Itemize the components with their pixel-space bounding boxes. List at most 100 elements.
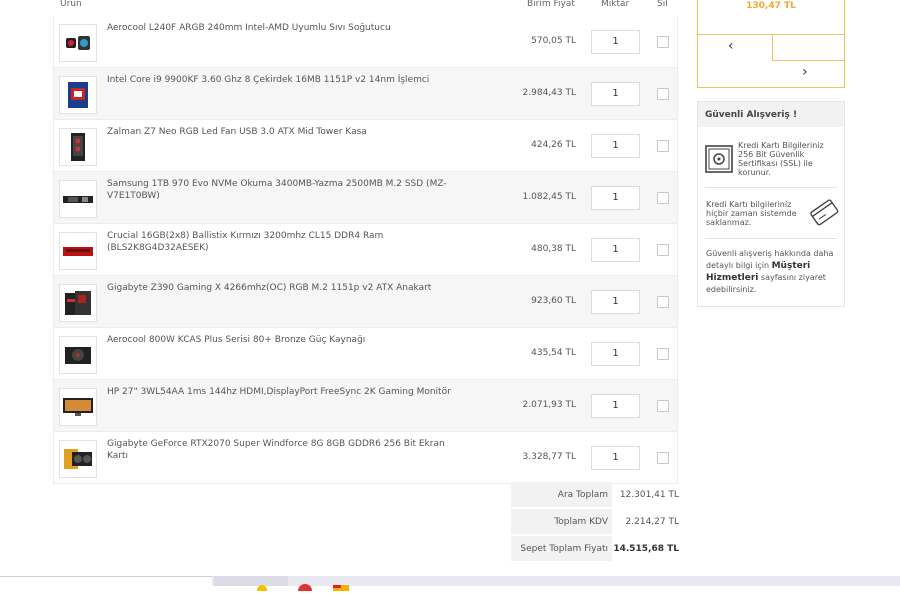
explorer-app-icon[interactable] <box>330 576 352 591</box>
ssl-info-text: Kredi Kartı Bilgileriniz 256 Bit Güvenli… <box>738 141 824 177</box>
safe-lock-icon <box>705 145 733 177</box>
product-thumbnail[interactable] <box>59 24 97 62</box>
quantity-input[interactable]: 1 <box>591 238 640 262</box>
product-thumbnail[interactable] <box>59 128 97 166</box>
delete-checkbox[interactable] <box>657 452 669 464</box>
quantity-input[interactable]: 1 <box>591 290 640 314</box>
product-thumbnail[interactable] <box>59 336 97 374</box>
unit-price: 570,05 TL <box>531 36 576 46</box>
delete-checkbox[interactable] <box>657 348 669 360</box>
quantity-input[interactable]: 1 <box>591 134 640 158</box>
motherboard-icon <box>65 291 91 315</box>
delete-checkbox[interactable] <box>657 192 669 204</box>
divider <box>698 34 844 35</box>
quantity-column-header: Miktar <box>601 0 630 9</box>
unit-price: 424,26 TL <box>531 140 576 150</box>
browser-app-icon[interactable] <box>296 576 314 595</box>
subtotal-label: Ara Toplam <box>511 482 612 507</box>
product-name-link[interactable]: HP 27" 3WL54AA 1ms 144hz HDMI,DisplayPor… <box>107 386 457 398</box>
product-thumbnail[interactable] <box>59 180 97 218</box>
cart-row: Aerocool L240F ARGB 240mm Intel-AMD Uyum… <box>53 16 678 68</box>
quantity-input[interactable]: 1 <box>591 342 640 366</box>
product-name-link[interactable]: Intel Core i9 9900KF 3.60 Ghz 8 Çekirdek… <box>107 74 457 86</box>
divider <box>705 187 837 188</box>
product-name-link[interactable]: Gigabyte Z390 Gaming X 4266mhz(OC) RGB M… <box>107 282 457 294</box>
product-name-link[interactable]: Gigabyte GeForce RTX2070 Super Windforce… <box>107 438 457 462</box>
taskbar-search-area[interactable] <box>0 576 212 586</box>
vat-value: 2.214,27 TL <box>625 517 679 527</box>
quantity-input[interactable]: 1 <box>591 446 640 470</box>
liquid-cooler-icon <box>66 36 90 50</box>
ram-icon <box>63 247 93 256</box>
carousel-next-button[interactable]: › <box>802 64 808 80</box>
total-value: 14.515,68 TL <box>613 544 679 554</box>
delete-checkbox[interactable] <box>657 36 669 48</box>
delete-checkbox[interactable] <box>657 88 669 100</box>
graphics-card-icon <box>64 449 92 469</box>
cart-row: HP 27" 3WL54AA 1ms 144hz HDMI,DisplayPor… <box>53 380 678 432</box>
quantity-input[interactable]: 1 <box>591 186 640 210</box>
divider <box>772 60 844 61</box>
vat-row: Toplam KDV 2.214,27 TL <box>511 509 683 536</box>
quantity-input[interactable]: 1 <box>591 82 640 106</box>
cart-row: Samsung 1TB 970 Evo NVMe Okuma 3400MB-Ya… <box>53 172 678 224</box>
subtotal-row: Ara Toplam 12.301,41 TL <box>511 482 683 509</box>
cart-row: Zalman Z7 Neo RGB Led Fan USB 3.0 ATX Mi… <box>53 120 678 172</box>
cart-table: Ürün Birim Fiyat Miktar Sil Aerocool L24… <box>53 0 678 484</box>
cart-row: Crucial 16GB(2x8) Ballistix Kırmızı 3200… <box>53 224 678 276</box>
promo-price: 130,47 TL <box>746 1 796 11</box>
divider <box>772 34 773 60</box>
product-name-link[interactable]: Samsung 1TB 970 Evo NVMe Okuma 3400MB-Ya… <box>107 178 457 202</box>
unit-price: 1.082,45 TL <box>522 192 576 202</box>
delete-checkbox[interactable] <box>657 296 669 308</box>
unit-price-column-header: Birim Fiyat <box>527 0 575 9</box>
unit-price: 3.328,77 TL <box>522 452 576 462</box>
product-thumbnail[interactable] <box>59 388 97 426</box>
cart-row: Gigabyte GeForce RTX2070 Super Windforce… <box>53 432 678 484</box>
unit-price: 2.071,93 TL <box>522 400 576 410</box>
subtotal-value: 12.301,41 TL <box>619 490 679 500</box>
delete-checkbox[interactable] <box>657 400 669 412</box>
taskbar-app-button[interactable] <box>214 576 288 595</box>
total-label: Sepet Toplam Fiyatı <box>511 536 612 561</box>
vat-label: Toplam KDV <box>511 509 612 534</box>
product-column-header: Ürün <box>60 0 82 9</box>
unit-price: 923,60 TL <box>531 296 576 306</box>
quantity-input[interactable]: 1 <box>591 394 640 418</box>
delete-column-header: Sil <box>657 0 668 9</box>
credit-card-icon <box>809 198 839 230</box>
ssd-icon <box>63 196 93 203</box>
unit-price: 435,54 TL <box>531 348 576 358</box>
unit-price: 480,38 TL <box>531 244 576 254</box>
cart-row: Gigabyte Z390 Gaming X 4266mhz(OC) RGB M… <box>53 276 678 328</box>
cart-row: Intel Core i9 9900KF 3.60 Ghz 8 Çekirdek… <box>53 68 678 120</box>
promo-carousel: 130,47 TL ‹ › <box>697 0 845 88</box>
product-thumbnail[interactable] <box>59 232 97 270</box>
product-name-link[interactable]: Aerocool 800W KCAS Plus Serisi 80+ Bronz… <box>107 334 457 346</box>
product-name-link[interactable]: Crucial 16GB(2x8) Ballistix Kırmızı 3200… <box>107 230 457 254</box>
cart-totals: Ara Toplam 12.301,41 TL Toplam KDV 2.214… <box>511 482 683 563</box>
cart-row: Aerocool 800W KCAS Plus Serisi 80+ Bronz… <box>53 328 678 380</box>
delete-checkbox[interactable] <box>657 244 669 256</box>
cart-table-header: Ürün Birim Fiyat Miktar Sil <box>53 0 678 16</box>
product-name-link[interactable]: Aerocool L240F ARGB 240mm Intel-AMD Uyum… <box>107 22 457 34</box>
secure-shopping-title: Güvenli Alışveriş ! <box>698 102 844 127</box>
power-supply-icon <box>65 347 91 364</box>
product-name-link[interactable]: Zalman Z7 Neo RGB Led Fan USB 3.0 ATX Mi… <box>107 126 457 138</box>
cpu-box-icon <box>68 82 88 108</box>
pc-case-icon <box>71 133 85 161</box>
total-row: Sepet Toplam Fiyatı 14.515,68 TL <box>511 536 683 563</box>
quantity-input[interactable]: 1 <box>591 30 640 54</box>
unit-price: 2.984,43 TL <box>522 88 576 98</box>
card-info-text: Kredi Kartı bilgileriniz hiçbir zaman si… <box>706 200 797 227</box>
help-text-prefix: Güvenli alışveriş hakkında daha detaylı … <box>706 249 834 270</box>
taskbar <box>0 576 900 595</box>
product-thumbnail[interactable] <box>59 440 97 478</box>
secure-shopping-panel: Güvenli Alışveriş ! Kredi Kartı Bilgiler… <box>697 101 845 307</box>
divider <box>705 238 837 239</box>
carousel-prev-button[interactable]: ‹ <box>728 38 734 54</box>
monitor-icon <box>63 398 93 416</box>
product-thumbnail[interactable] <box>59 284 97 322</box>
product-thumbnail[interactable] <box>59 76 97 114</box>
delete-checkbox[interactable] <box>657 140 669 152</box>
